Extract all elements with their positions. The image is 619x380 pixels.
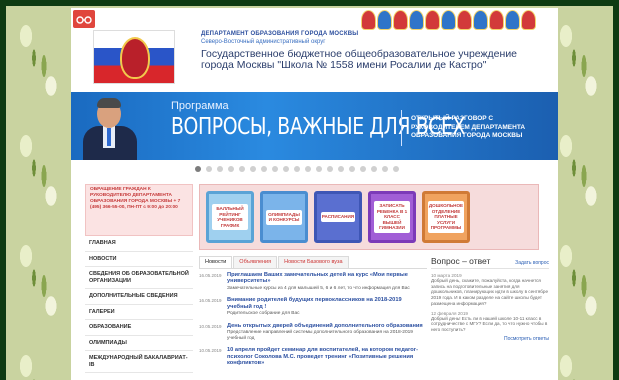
qa-panel: Вопрос – ответ Задать вопрос 10 марта 20… [431,256,549,342]
low-vision-glasses-icon[interactable] [73,10,95,28]
slider-dot[interactable] [294,166,300,172]
award-badge-icon[interactable] [505,10,520,30]
quick-link-tile[interactable]: ДОШКОЛЬНОЕ ОТДЕЛЕНИЕ ПЛАТНЫЕ УСЛУГИ ПРОГ… [422,191,470,243]
menu-item[interactable]: ГЛАВНАЯ [85,236,193,252]
slider-dot[interactable] [261,166,267,172]
news-list: 16.05.2019 Приглашаем Ваших замечательных… [199,268,427,371]
news-tabs: Новости Объявления Новости Базового вуза [199,256,350,268]
ask-question-link[interactable]: Задать вопрос [515,260,549,266]
menu-item[interactable]: НОВОСТИ [85,251,193,267]
slider-dot[interactable] [360,166,366,172]
news-item: 16.05.2019 Приглашаем Ваших замечательных… [199,269,427,294]
award-badge-icon[interactable] [473,10,488,30]
award-badge-icon[interactable] [361,10,376,30]
quick-link-tile[interactable]: РАСПИСАНИЯ [314,191,362,243]
qa-question: Добрый день, скажите, пожалуйста, когда … [431,278,549,306]
quick-link-tile[interactable]: ОЛИМПИАДЫ И КОНКУРСЫ [260,191,308,243]
news-item: 16.05.2019 Внимание родителей будущих пер… [199,294,427,319]
slider-dot[interactable] [338,166,344,172]
qa-item: 10 марта 2019 Добрый день, скажите, пожал… [431,273,549,307]
qa-question: Добрый день! Есть ли в нашей школе 10-11… [431,315,548,332]
news-title-link[interactable]: День открытых дверей объединений дополни… [227,323,427,329]
slider-dot[interactable] [371,166,377,172]
slider-dot[interactable] [228,166,234,172]
news-item: 10.05.2019 День открытых дверей объединен… [199,320,427,345]
award-badge-icon[interactable] [409,10,424,30]
slider-dot[interactable] [382,166,388,172]
slider-dot[interactable] [250,166,256,172]
qa-title: Вопрос – ответ [431,256,491,266]
slider-dot[interactable] [327,166,333,172]
award-badge-icon[interactable] [441,10,456,30]
quick-link-label: ДОШКОЛЬНОЕ ОТДЕЛЕНИЕ ПЛАТНЫЕ УСЛУГИ ПРОГ… [427,201,465,233]
menu-item[interactable]: ГАЛЕРЕИ [85,304,193,320]
main-menu: ГЛАВНАЯ НОВОСТИ СВЕДЕНИЯ ОБ ОБРАЗОВАТЕЛЬНО… [85,236,193,373]
view-answers-link[interactable]: Посмотреть ответы [431,336,549,342]
slider-dot[interactable] [206,166,212,172]
qa-item: 12 февраля 2019 Добрый день! Есть ли в на… [431,311,549,333]
quick-link-tile[interactable]: БАЛЛЬНЫЙ РЕЙТИНГ УЧЕНИКОВ ГРАФИК [206,191,254,243]
news-tab[interactable]: Объявления [233,256,278,268]
slider-dot[interactable] [349,166,355,172]
news-item: 10.05.2019 10 апреля пройдет семинар для … [199,344,427,370]
menu-item[interactable]: МЕЖДУНАРОДНЫЙ БАКАЛАВРИАТ-IB [85,351,193,373]
award-badges [361,10,536,30]
slider-dot[interactable] [305,166,311,172]
program-banner[interactable]: Программа ВОПРОСЫ, ВАЖНЫЕ ДЛЯ ВСЕХ ОТКРЫ… [71,92,558,160]
slider-dot[interactable] [393,166,399,172]
news-date: 10.05.2019 [199,323,222,329]
page-frame: ДЕПАРТАМЕНТ ОБРАЗОВАНИЯ ГОРОДА МОСКВЫ Се… [71,8,558,380]
emblem-icon [120,37,150,79]
news-description: Родительское собрание для Вас [227,311,300,317]
quick-link-label: БАЛЛЬНЫЙ РЕЙТИНГ УЧЕНИКОВ ГРАФИК [212,204,248,230]
news-tab[interactable]: Новости Базового вуза [278,256,349,268]
menu-item[interactable]: ОЛИМПИАДЫ [85,335,193,351]
quick-link-label: ЗАПИСАТЬ РЕБЕНКА В 1 КЛАСС ВЫШЕЙ ГИМНАЗИ… [374,201,410,233]
award-badge-icon[interactable] [457,10,472,30]
news-date: 10.05.2019 [199,348,222,354]
district-name: Северо-Восточный административный округ [201,39,326,45]
banner-subtitle: ОТКРЫТЫЙ РАЗГОВОР С РУКОВОДИТЕЛЕМ ДЕПАРТ… [411,115,526,139]
menu-item[interactable]: СВЕДЕНИЯ ОБ ОБРАЗОВАТЕЛЬНОЙ ОРГАНИЗАЦИИ [85,267,193,289]
news-description: Замечательные курсы из 4 для малышей 5, … [227,285,410,291]
banner-divider [401,110,402,146]
quick-link-label: ОЛИМПИАДЫ И КОНКУРСЫ [266,209,302,225]
award-badge-icon[interactable] [425,10,440,30]
citizen-appeal-box[interactable]: ОБРАЩЕНИЕ ГРАЖДАН К РУКОВОДИТЕЛЮ ДЕПАРТА… [85,184,193,236]
award-badge-icon[interactable] [521,10,536,30]
official-photo [79,96,141,160]
slider-dot[interactable] [283,166,289,172]
slider-dots [195,166,399,172]
award-badge-icon[interactable] [489,10,504,30]
award-badge-icon[interactable] [393,10,408,30]
slider-dot[interactable] [195,166,201,172]
news-title-link[interactable]: Внимание родителей будущих первоклассник… [227,297,427,310]
site-header: ДЕПАРТАМЕНТ ОБРАЗОВАНИЯ ГОРОДА МОСКВЫ Се… [71,8,558,92]
news-title-link[interactable]: Приглашаем Ваших замечательных детей на … [227,272,427,285]
menu-item[interactable]: ОБРАЗОВАНИЕ [85,320,193,336]
quick-link-label: РАСПИСАНИЯ [320,212,356,222]
news-title-link[interactable]: 10 апреля пройдет семинар для воспитател… [227,347,427,366]
school-name: Государственное бюджетное общеобразовате… [201,48,518,71]
department-name: ДЕПАРТАМЕНТ ОБРАЗОВАНИЯ ГОРОДА МОСКВЫ [201,31,359,37]
news-date: 16.05.2019 [199,298,222,304]
slider-dot[interactable] [316,166,322,172]
news-description: Представление направлений системы дополн… [227,330,413,341]
award-badge-icon[interactable] [377,10,392,30]
news-date: 16.05.2019 [199,273,222,278]
program-label: Программа [171,100,229,112]
news-tab[interactable]: Новости [199,256,233,268]
quick-link-tile[interactable]: ЗАПИСАТЬ РЕБЕНКА В 1 КЛАСС ВЫШЕЙ ГИМНАЗИ… [368,191,416,243]
menu-item[interactable]: ДОПОЛНИТЕЛЬНЫЕ СВЕДЕНИЯ [85,289,193,305]
slider-dot[interactable] [272,166,278,172]
quick-links-panel: БАЛЛЬНЫЙ РЕЙТИНГ УЧЕНИКОВ ГРАФИК ОЛИМПИАД… [199,184,539,250]
slider-dot[interactable] [217,166,223,172]
slider-dot[interactable] [239,166,245,172]
school-logo[interactable] [93,30,175,84]
